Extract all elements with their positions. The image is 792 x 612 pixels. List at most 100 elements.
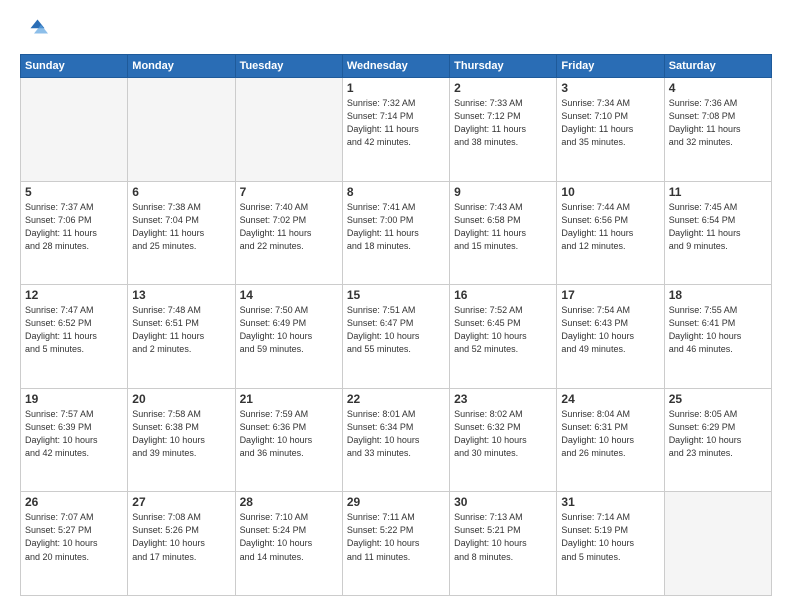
day-number: 24 [561,392,659,406]
calendar-week-4: 26 Sunrise: 7:07 AM Sunset: 5:27 PM Dayli… [21,492,772,596]
day-number: 26 [25,495,123,509]
day-info: Sunrise: 7:44 AM Sunset: 6:56 PM Dayligh… [561,201,659,253]
day-number: 11 [669,185,767,199]
calendar-cell: 15Sunrise: 7:51 AM Sunset: 6:47 PM Dayli… [342,285,449,389]
day-info: Sunrise: 8:04 AM Sunset: 6:31 PM Dayligh… [561,408,659,460]
day-info: Sunrise: 7:40 AM Sunset: 7:02 PM Dayligh… [240,201,338,253]
day-number: 4 [669,81,767,95]
day-info: Sunrise: 7:51 AM Sunset: 6:47 PM Dayligh… [347,304,445,356]
day-number: 8 [347,185,445,199]
day-info: Sunrise: 7:54 AM Sunset: 6:43 PM Dayligh… [561,304,659,356]
calendar-cell: 20 Sunrise: 7:58 AM Sunset: 6:38 PM Dayli… [128,388,235,492]
weekday-row: SundayMondayTuesdayWednesdayThursdayFrid… [21,55,772,78]
day-info: Sunrise: 7:34 AM Sunset: 7:10 PM Dayligh… [561,97,659,149]
calendar-cell: 29 Sunrise: 7:11 AM Sunset: 5:22 PM Dayli… [342,492,449,596]
day-number: 31 [561,495,659,509]
day-number: 18 [669,288,767,302]
calendar-cell: 18 Sunrise: 7:55 AM Sunset: 6:41 PM Dayli… [664,285,771,389]
calendar-cell: 7 Sunrise: 7:40 AM Sunset: 7:02 PM Daylig… [235,181,342,285]
calendar-cell: 21Sunrise: 7:59 AM Sunset: 6:36 PM Dayli… [235,388,342,492]
calendar-cell: 10 Sunrise: 7:44 AM Sunset: 6:56 PM Dayli… [557,181,664,285]
day-number: 19 [25,392,123,406]
day-number: 20 [132,392,230,406]
day-info: Sunrise: 7:33 AM Sunset: 7:12 PM Dayligh… [454,97,552,149]
day-number: 2 [454,81,552,95]
page: SundayMondayTuesdayWednesdayThursdayFrid… [0,0,792,612]
day-number: 3 [561,81,659,95]
day-number: 16 [454,288,552,302]
calendar-cell: 2 Sunrise: 7:33 AM Sunset: 7:12 PM Daylig… [450,78,557,182]
calendar-cell: 19 Sunrise: 7:57 AM Sunset: 6:39 PM Dayli… [21,388,128,492]
day-number: 28 [240,495,338,509]
calendar-week-0: 1Sunrise: 7:32 AM Sunset: 7:14 PM Daylig… [21,78,772,182]
calendar-cell: 14Sunrise: 7:50 AM Sunset: 6:49 PM Dayli… [235,285,342,389]
calendar-cell: 12Sunrise: 7:47 AM Sunset: 6:52 PM Dayli… [21,285,128,389]
day-info: Sunrise: 7:14 AM Sunset: 5:19 PM Dayligh… [561,511,659,563]
calendar-body: 1Sunrise: 7:32 AM Sunset: 7:14 PM Daylig… [21,78,772,596]
calendar-cell: 3 Sunrise: 7:34 AM Sunset: 7:10 PM Daylig… [557,78,664,182]
calendar-cell [128,78,235,182]
calendar-week-1: 5 Sunrise: 7:37 AM Sunset: 7:06 PM Daylig… [21,181,772,285]
day-info: Sunrise: 7:10 AM Sunset: 5:24 PM Dayligh… [240,511,338,563]
calendar-header: SundayMondayTuesdayWednesdayThursdayFrid… [21,55,772,78]
calendar-cell: 27 Sunrise: 7:08 AM Sunset: 5:26 PM Dayli… [128,492,235,596]
day-number: 10 [561,185,659,199]
day-number: 7 [240,185,338,199]
day-info: Sunrise: 7:38 AM Sunset: 7:04 PM Dayligh… [132,201,230,253]
day-info: Sunrise: 7:11 AM Sunset: 5:22 PM Dayligh… [347,511,445,563]
calendar-cell: 17Sunrise: 7:54 AM Sunset: 6:43 PM Dayli… [557,285,664,389]
header [20,16,772,44]
day-number: 6 [132,185,230,199]
calendar-cell: 26 Sunrise: 7:07 AM Sunset: 5:27 PM Dayli… [21,492,128,596]
day-info: Sunrise: 7:48 AM Sunset: 6:51 PM Dayligh… [132,304,230,356]
calendar-cell: 13Sunrise: 7:48 AM Sunset: 6:51 PM Dayli… [128,285,235,389]
day-info: Sunrise: 7:37 AM Sunset: 7:06 PM Dayligh… [25,201,123,253]
day-info: Sunrise: 7:45 AM Sunset: 6:54 PM Dayligh… [669,201,767,253]
day-number: 5 [25,185,123,199]
weekday-header-sunday: Sunday [21,55,128,78]
weekday-header-friday: Friday [557,55,664,78]
day-info: Sunrise: 7:36 AM Sunset: 7:08 PM Dayligh… [669,97,767,149]
calendar-cell: 6 Sunrise: 7:38 AM Sunset: 7:04 PM Daylig… [128,181,235,285]
day-number: 30 [454,495,552,509]
logo-icon [20,16,48,44]
day-number: 1 [347,81,445,95]
day-number: 29 [347,495,445,509]
calendar-cell [235,78,342,182]
calendar-table: SundayMondayTuesdayWednesdayThursdayFrid… [20,54,772,596]
calendar-cell [21,78,128,182]
day-info: Sunrise: 7:58 AM Sunset: 6:38 PM Dayligh… [132,408,230,460]
weekday-header-wednesday: Wednesday [342,55,449,78]
day-number: 14 [240,288,338,302]
day-info: Sunrise: 7:08 AM Sunset: 5:26 PM Dayligh… [132,511,230,563]
calendar-cell: 22 Sunrise: 8:01 AM Sunset: 6:34 PM Dayli… [342,388,449,492]
weekday-header-saturday: Saturday [664,55,771,78]
weekday-header-tuesday: Tuesday [235,55,342,78]
calendar-week-3: 19 Sunrise: 7:57 AM Sunset: 6:39 PM Dayli… [21,388,772,492]
day-info: Sunrise: 7:43 AM Sunset: 6:58 PM Dayligh… [454,201,552,253]
calendar-cell: 8 Sunrise: 7:41 AM Sunset: 7:00 PM Daylig… [342,181,449,285]
calendar-cell: 31 Sunrise: 7:14 AM Sunset: 5:19 PM Dayli… [557,492,664,596]
day-number: 23 [454,392,552,406]
day-info: Sunrise: 8:01 AM Sunset: 6:34 PM Dayligh… [347,408,445,460]
calendar-cell: 11 Sunrise: 7:45 AM Sunset: 6:54 PM Dayli… [664,181,771,285]
day-number: 27 [132,495,230,509]
calendar-week-2: 12Sunrise: 7:47 AM Sunset: 6:52 PM Dayli… [21,285,772,389]
weekday-header-monday: Monday [128,55,235,78]
day-info: Sunrise: 7:47 AM Sunset: 6:52 PM Dayligh… [25,304,123,356]
day-info: Sunrise: 8:02 AM Sunset: 6:32 PM Dayligh… [454,408,552,460]
calendar-cell: 25 Sunrise: 8:05 AM Sunset: 6:29 PM Dayli… [664,388,771,492]
day-number: 22 [347,392,445,406]
logo [20,16,52,44]
day-info: Sunrise: 7:07 AM Sunset: 5:27 PM Dayligh… [25,511,123,563]
day-info: Sunrise: 7:57 AM Sunset: 6:39 PM Dayligh… [25,408,123,460]
calendar-cell: 24 Sunrise: 8:04 AM Sunset: 6:31 PM Dayli… [557,388,664,492]
day-info: Sunrise: 7:41 AM Sunset: 7:00 PM Dayligh… [347,201,445,253]
day-info: Sunrise: 7:13 AM Sunset: 5:21 PM Dayligh… [454,511,552,563]
calendar-cell: 28 Sunrise: 7:10 AM Sunset: 5:24 PM Dayli… [235,492,342,596]
calendar-cell: 4 Sunrise: 7:36 AM Sunset: 7:08 PM Daylig… [664,78,771,182]
day-number: 25 [669,392,767,406]
day-info: Sunrise: 7:52 AM Sunset: 6:45 PM Dayligh… [454,304,552,356]
day-info: Sunrise: 8:05 AM Sunset: 6:29 PM Dayligh… [669,408,767,460]
day-info: Sunrise: 7:55 AM Sunset: 6:41 PM Dayligh… [669,304,767,356]
